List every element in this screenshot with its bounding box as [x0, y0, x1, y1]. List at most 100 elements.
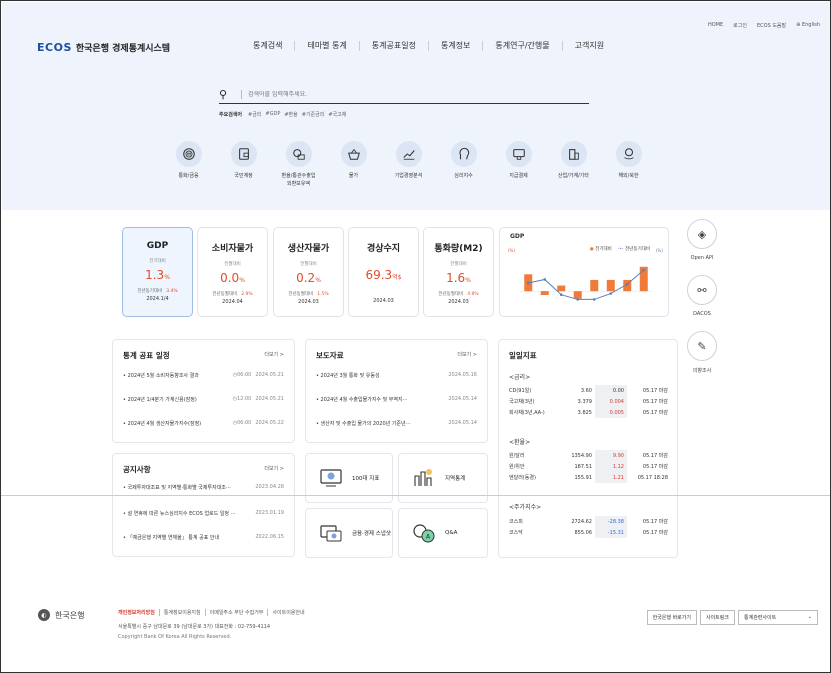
search-icon[interactable]: ⚲: [219, 88, 235, 101]
keyword-list: 주요검색어 #금리 #GDP #환율 #기준금리 #국고채: [219, 111, 346, 118]
logo-title: 한국은행 경제통계시스템: [75, 44, 171, 54]
indicator-row[interactable]: 코스닥 855.06 -15.31 05.17 마감: [509, 527, 671, 538]
layers-icon[interactable]: ◈: [687, 219, 717, 249]
bok-emblem-icon: ◐: [38, 609, 50, 621]
globe-hand-icon: [615, 141, 642, 167]
list-item[interactable]: • 2024년 4월 수출입물가지수 및 무역지··· 2024.05.14: [316, 396, 477, 403]
indicator-card-cpi[interactable]: 소비자물가 전월대비 0.0% 전년동월대비 2.9% 2024.04: [197, 227, 268, 317]
search-bar: ⚲: [219, 86, 589, 104]
usage-guide-link[interactable]: 통계정보이용지침: [158, 609, 205, 616]
gdp-chart: GDP ● 전기대비 -•- 전년동기대비 (%) (%): [499, 227, 669, 317]
list-item[interactable]: • 2024년 5월 소비자동향조사 결과 ◷06:00 2024.05.21: [123, 372, 284, 379]
more-link[interactable]: 더보기 >: [264, 351, 284, 358]
indicator-card-m2[interactable]: 통화량(M2) 전월대비 1.6% 전년동월대비 4.9% 2024.03: [423, 227, 494, 317]
axis-label-right: (%): [656, 248, 663, 253]
english-label: English: [801, 22, 820, 28]
category-label: 산업/가계/기타: [558, 173, 589, 179]
globe-icon: ⊕: [796, 22, 801, 28]
nav-research[interactable]: 통계연구/간행물: [482, 41, 561, 51]
footer-copyright: Copyright Bank Of Korea All Rights Reser…: [118, 634, 232, 640]
line-point: [526, 281, 530, 285]
indicator-row[interactable]: CD(91일) 3.60 0.00 05.17 마감: [509, 385, 671, 396]
button-label: 100대 지표: [352, 476, 380, 482]
nav-theme-stat[interactable]: 테마별 통계: [294, 41, 358, 51]
bok-link-button[interactable]: 한국은행 바로가기: [646, 610, 697, 625]
category-money-finance[interactable]: ₩ 통화/금융: [161, 141, 216, 188]
line-point: [609, 292, 613, 295]
indicator-prev: 전년동월대비 2.9%: [212, 292, 253, 297]
more-link[interactable]: 더보기 >: [264, 465, 284, 472]
indicator-card-ppi[interactable]: 생산자물가 전월대비 0.2% 전년동월대비 1.5% 2024.03: [273, 227, 344, 317]
indicator-sub: 전월대비: [450, 262, 467, 267]
indicator-row[interactable]: 원/달러 1354.90 9.90 05.17 마감: [509, 450, 671, 461]
list-item[interactable]: • 2024년 4월 생산자물가지수(잠정) ◷06:00 2024.05.22: [123, 420, 284, 427]
keyword-tag[interactable]: #기준금리: [302, 111, 325, 118]
keyword-tag[interactable]: #GDP: [265, 111, 280, 118]
indicator-date: 05.17 마감: [642, 519, 668, 525]
category-business[interactable]: 기업경영분석: [381, 141, 436, 188]
nav-stat-search[interactable]: 통계검색: [253, 41, 294, 51]
nav-release-schedule[interactable]: 통계공표일정: [358, 41, 428, 51]
indicator-card-gdp[interactable]: GDP 전기대비 1.3% 전년동기대비 3.4% 2024.1/4: [122, 227, 193, 317]
indicator-change: 1.21: [595, 472, 627, 483]
footer-logo[interactable]: ◐ 한국은행: [38, 609, 84, 621]
indicator-name: 엔달러(동경): [509, 475, 536, 481]
share-icon[interactable]: ⚯: [687, 275, 717, 305]
category-industry[interactable]: 산업/가계/기타: [546, 141, 601, 188]
home-link[interactable]: HOME: [708, 22, 723, 29]
keyword-tag[interactable]: #국고채: [328, 111, 346, 118]
indicator-name: 국고채(3년): [509, 399, 535, 405]
list-item[interactable]: • 설 연휴에 따른 뉴스심리지수 ECOS 업로드 일정 ··· 2023.01…: [123, 510, 284, 517]
notice-panel: 공지사항 더보기 > • 국제투자대조표 및 지역별·통화별 국제투자대조···…: [112, 453, 295, 557]
indicator-row[interactable]: 원/위안 187.51 1.12 05.17 마감: [509, 461, 671, 472]
keyword-tag[interactable]: #금리: [248, 111, 261, 118]
indicator-row[interactable]: 코스피 2724.62 -28.38 05.17 마감: [509, 516, 671, 527]
category-payments[interactable]: 지급결제: [491, 141, 546, 188]
site-guide-link[interactable]: 사이트이용안내: [267, 609, 308, 616]
indicator-title: 생산자물가: [287, 244, 330, 254]
indicator-card-current-account[interactable]: 경상수지 69.3억$ 2024.03: [348, 227, 419, 317]
list-item[interactable]: • 2024년 1/4분기 가계신용(잠정) ◷12:00 2024.05.21: [123, 396, 284, 403]
panel-title: 일일지표: [509, 351, 537, 360]
nav-support[interactable]: 고객지원: [561, 41, 616, 51]
indicator-prev: 전년동월대비 4.9%: [438, 292, 479, 297]
english-link[interactable]: ⊕ English: [796, 22, 820, 29]
indicator-value: 855.06: [574, 529, 593, 536]
bar: [606, 279, 615, 292]
basket-icon: [340, 141, 367, 167]
category-label: 심리지수: [454, 173, 473, 179]
privacy-link[interactable]: 개인정보처리방침: [118, 609, 159, 616]
indicator-name: 원/위안: [509, 464, 525, 470]
list-item[interactable]: • 2024년 3월 통화 및 유동성 2024.05.16: [316, 372, 477, 379]
category-prices[interactable]: 물가: [326, 141, 381, 188]
indicator-change: 0.00: [595, 385, 627, 396]
survey-icon[interactable]: ✎: [687, 331, 717, 361]
list-item[interactable]: • 국제투자대조표 및 지역별·통화별 국제투자대조··· 2023.04.28: [123, 484, 284, 491]
category-national-accounts[interactable]: 국민계정: [216, 141, 271, 188]
panel-title: 공지사항: [123, 465, 151, 474]
site-link-button[interactable]: 사이트링크: [699, 610, 735, 625]
indicator-row[interactable]: 엔달러(동경) 155.91 1.21 05.17 18:28: [509, 472, 671, 483]
related-sites-select[interactable]: 통계관련사이트 ⌄: [738, 610, 818, 625]
category-sentiment[interactable]: 심리지수: [436, 141, 491, 188]
list-item[interactable]: • 「예금은행 지역별 연체율」 통계 공표 안내 2022.06.15: [123, 534, 284, 541]
keyword-tag[interactable]: #환율: [284, 111, 297, 118]
email-refusal-link[interactable]: 이메일주소 무단 수집거부: [204, 609, 268, 616]
login-link[interactable]: 로그인: [733, 22, 747, 29]
category-overseas[interactable]: 해외/북한: [601, 141, 656, 188]
category-exchange[interactable]: 환율/통관수출입 외환보유액: [271, 141, 326, 188]
indicator-row[interactable]: 회사채(3년,AA-) 3.825 0.005 05.17 마감: [509, 407, 671, 418]
more-link[interactable]: 더보기 >: [457, 351, 477, 358]
nav-stat-info[interactable]: 통계정보: [427, 41, 482, 51]
site-logo[interactable]: ECOS 한국은행 경제통계시스템: [37, 41, 170, 54]
help-link[interactable]: ECOS 도움말: [757, 22, 786, 29]
qna-button[interactable]: A Q&A: [398, 508, 488, 558]
indicator-title: 경상수지: [366, 244, 401, 254]
monitor-chart-icon: [320, 469, 342, 487]
snapshot-button[interactable]: 금융·경제 스냅샷: [305, 508, 393, 558]
indicator-row[interactable]: 국고채(3년) 3.379 0.004 05.17 마감: [509, 396, 671, 407]
category-label: 환율/통관수출입 외환보유액: [281, 173, 316, 187]
indicator-change: -28.38: [595, 516, 627, 527]
search-input[interactable]: [248, 91, 548, 98]
list-item[interactable]: • 생산자 및 수출입 물가의 2020년 기준년··· 2024.05.14: [316, 420, 477, 427]
